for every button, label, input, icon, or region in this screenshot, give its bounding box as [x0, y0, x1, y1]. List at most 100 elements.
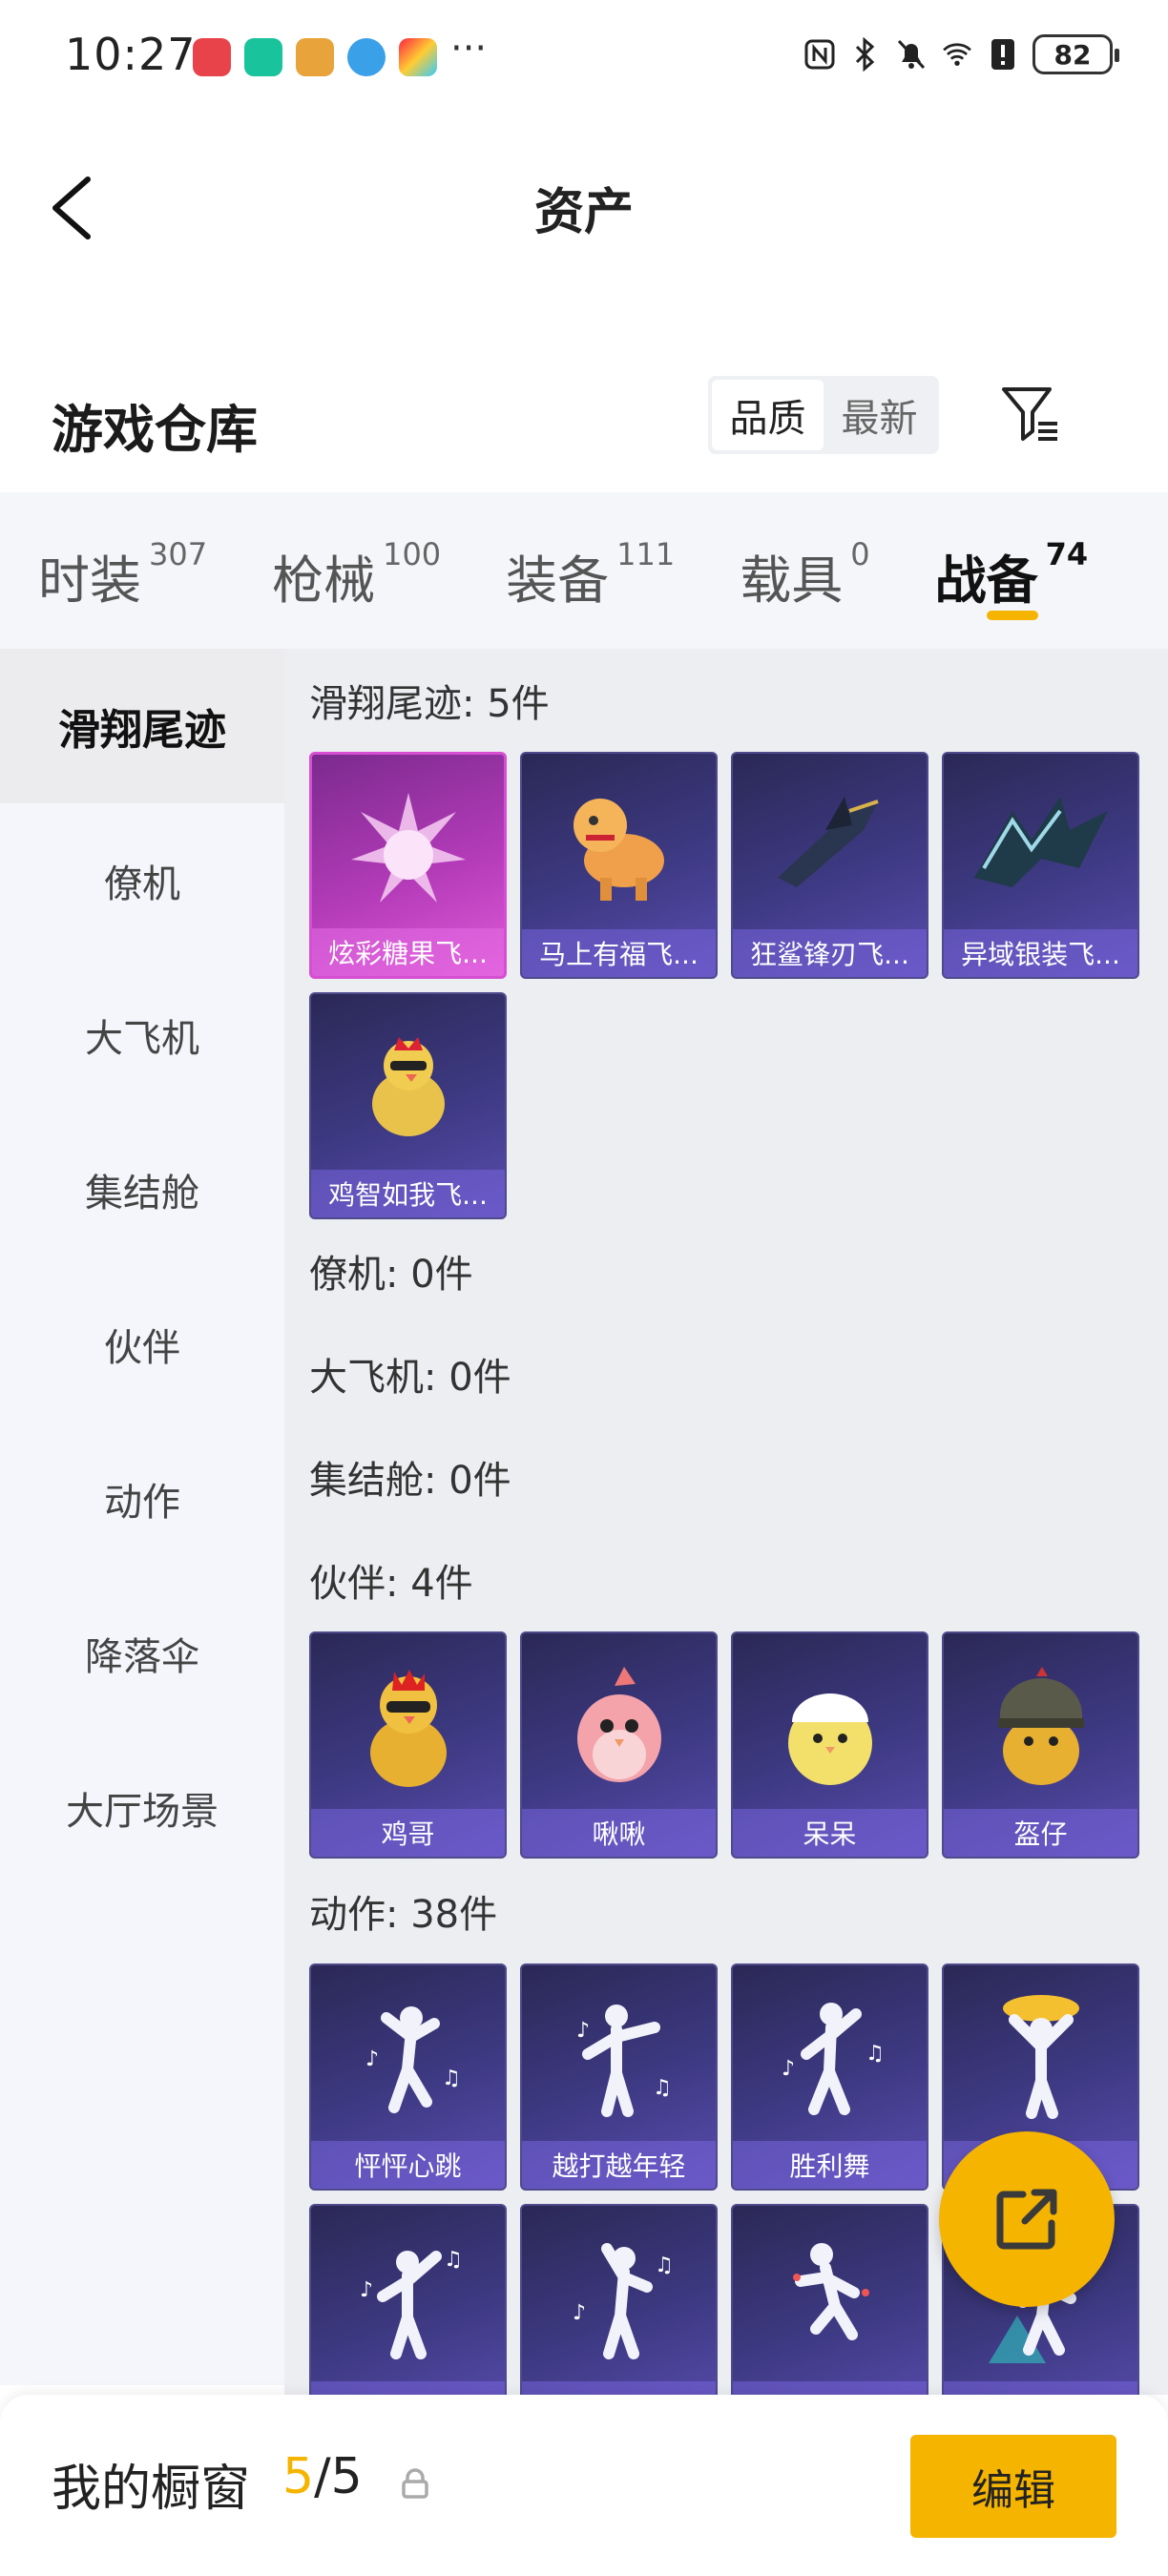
sidebar-item-pod[interactable]: 集结舱 [0, 1112, 284, 1267]
item-name: 胜利舞 [733, 2141, 927, 2189]
sidebar-item-emote[interactable]: 动作 [0, 1422, 284, 1576]
sidebar-item-parachute[interactable]: 降落伞 [0, 1576, 284, 1731]
tab-count: 0 [850, 536, 870, 572]
sidebar-item-lobby-scene[interactable]: 大厅场景 [0, 1731, 284, 1885]
filter-icon[interactable] [998, 382, 1065, 448]
active-tab-indicator [986, 611, 1038, 620]
item-card[interactable]: 狂鲨锋刃飞... [731, 752, 928, 979]
item-card[interactable]: 盔仔 [942, 1631, 1139, 1859]
dance-silhouette-image: ♪ ♫ [733, 1965, 927, 2147]
page-title: 资产 [533, 184, 634, 241]
tab-count: 100 [383, 536, 442, 572]
share-icon [996, 2189, 1057, 2250]
item-name [311, 2381, 505, 2395]
dance-silhouette-image [944, 1965, 1137, 2147]
svg-text:♫: ♫ [653, 2076, 672, 2100]
item-name [522, 2381, 716, 2395]
section-header-plane: 大飞机: 0件 [309, 1356, 511, 1400]
item-card[interactable]: 呆呆 [731, 1631, 928, 1859]
tab-count: 307 [149, 536, 208, 572]
item-card[interactable]: 马上有福飞... [520, 752, 718, 979]
tab-fashion[interactable]: 时装 307 [38, 492, 207, 649]
edit-button[interactable]: 编辑 [910, 2435, 1116, 2538]
item-card[interactable]: 鸡智如我飞... [309, 992, 507, 1219]
item-card[interactable]: ♪ ♫ [520, 2204, 718, 2395]
svg-text:♫: ♫ [655, 2254, 674, 2277]
item-card[interactable]: ♪ ♫ [309, 2204, 507, 2395]
item-card[interactable]: 啾啾 [520, 1631, 718, 1859]
section-header-partner: 伙伴: 4件 [309, 1562, 473, 1606]
dance-silhouette-image [733, 2206, 927, 2387]
dance-silhouette-image: ♪ ♫ [522, 2206, 716, 2387]
sidebar: 滑翔尾迹 僚机 大飞机 集结舱 伙伴 动作 降落伞 大厅场景 [0, 649, 284, 2385]
item-name: 盔仔 [944, 1809, 1137, 1857]
section-header-wingman: 僚机: 0件 [309, 1253, 473, 1297]
tab-label: 战备 [934, 551, 1038, 611]
svg-text:♫: ♫ [866, 2042, 885, 2066]
svg-text:♪: ♪ [365, 2047, 379, 2071]
warehouse-title: 游戏仓库 [52, 400, 258, 460]
dance-silhouette-image: ♪ ♫ [311, 2206, 505, 2387]
svg-text:♪: ♪ [576, 2019, 590, 2043]
item-card[interactable] [731, 2204, 928, 2395]
tab-vehicles[interactable]: 载具 0 [740, 492, 869, 649]
item-card[interactable]: ♪ ♫ 越打越年轻 [520, 1963, 718, 2191]
pink-bird-partner-image [522, 1633, 716, 1815]
category-tabs: 时装 307 枪械 100 装备 111 载具 0 战备 74 [0, 492, 1168, 649]
item-card[interactable]: ♪ ♫ 怦怦心跳 [309, 1963, 507, 2191]
item-name: 异域银装飞... [944, 929, 1137, 977]
shark-glider-image [733, 754, 927, 935]
item-name [944, 2381, 1137, 2395]
item-name [733, 2381, 927, 2395]
svg-text:♪: ♪ [360, 2278, 373, 2302]
sort-quality-button[interactable]: 品质 [712, 380, 824, 450]
item-card[interactable]: 异域银装飞... [942, 752, 1139, 979]
svg-text:♪: ♪ [573, 2301, 586, 2325]
item-name: 鸡智如我飞... [311, 1170, 505, 1217]
item-name: 呆呆 [733, 1809, 927, 1857]
nfc-icon [803, 36, 836, 73]
item-card[interactable]: ♪ ♫ 胜利舞 [731, 1963, 928, 2191]
mute-bell-icon [895, 36, 928, 73]
item-name: 马上有福飞... [522, 929, 716, 977]
sidebar-item-partner[interactable]: 伙伴 [0, 1267, 284, 1422]
svg-text:♪: ♪ [782, 2057, 795, 2081]
lock-icon [399, 2467, 431, 2500]
wifi-icon [941, 36, 973, 73]
showcase-separator: / [314, 2448, 331, 2505]
more-notifications-icon: ··· [450, 27, 488, 71]
tab-guns[interactable]: 枪械 100 [272, 492, 441, 649]
item-name: 怦怦心跳 [311, 2141, 505, 2189]
horse-glider-image [522, 754, 716, 935]
sidebar-item-wingman[interactable]: 僚机 [0, 803, 284, 958]
browser-app-icon [347, 38, 386, 76]
clock: 10:27 [65, 29, 197, 80]
sidebar-item-glide-trail[interactable]: 滑翔尾迹 [0, 649, 284, 803]
showcase-label: 我的橱窗 [52, 2461, 251, 2518]
item-name: 狂鲨锋刃飞... [733, 929, 927, 977]
item-card[interactable]: 鸡哥 [309, 1631, 507, 1859]
showcase-bar: 我的橱窗 5/5 编辑 [0, 2395, 1168, 2576]
music-app-icon [296, 38, 334, 76]
section-header-emote: 动作: 38件 [309, 1893, 498, 1937]
rooster-partner-image [311, 1633, 505, 1815]
share-button[interactable] [939, 2131, 1115, 2307]
security-app-icon [244, 38, 282, 76]
sidebar-item-plane[interactable]: 大飞机 [0, 958, 284, 1112]
tab-battle-prep[interactable]: 战备 74 [934, 492, 1089, 649]
glide-grid: 炫彩糖果飞... 马上有福飞... 狂鲨锋刃飞... 异域银装飞... 鸡智如我… [309, 752, 1149, 1219]
tab-label: 时装 [38, 551, 141, 611]
tab-count: 74 [1045, 536, 1089, 572]
item-name: 啾啾 [522, 1809, 716, 1857]
page-header: 资产 [0, 113, 1168, 303]
tab-equipment[interactable]: 装备 111 [506, 492, 675, 649]
section-header-pod: 集结舱: 0件 [309, 1459, 511, 1503]
item-card[interactable]: 炫彩糖果飞... [309, 752, 507, 979]
tab-label: 装备 [506, 551, 610, 611]
showcase-total: 5 [330, 2448, 363, 2505]
candy-glider-image [312, 755, 504, 936]
showcase-count: 5/5 [282, 2448, 363, 2505]
sort-newest-button[interactable]: 最新 [824, 380, 935, 450]
dance-silhouette-image: ♪ ♫ [311, 1965, 505, 2147]
section-header-glide: 滑翔尾迹: 5件 [309, 682, 550, 726]
